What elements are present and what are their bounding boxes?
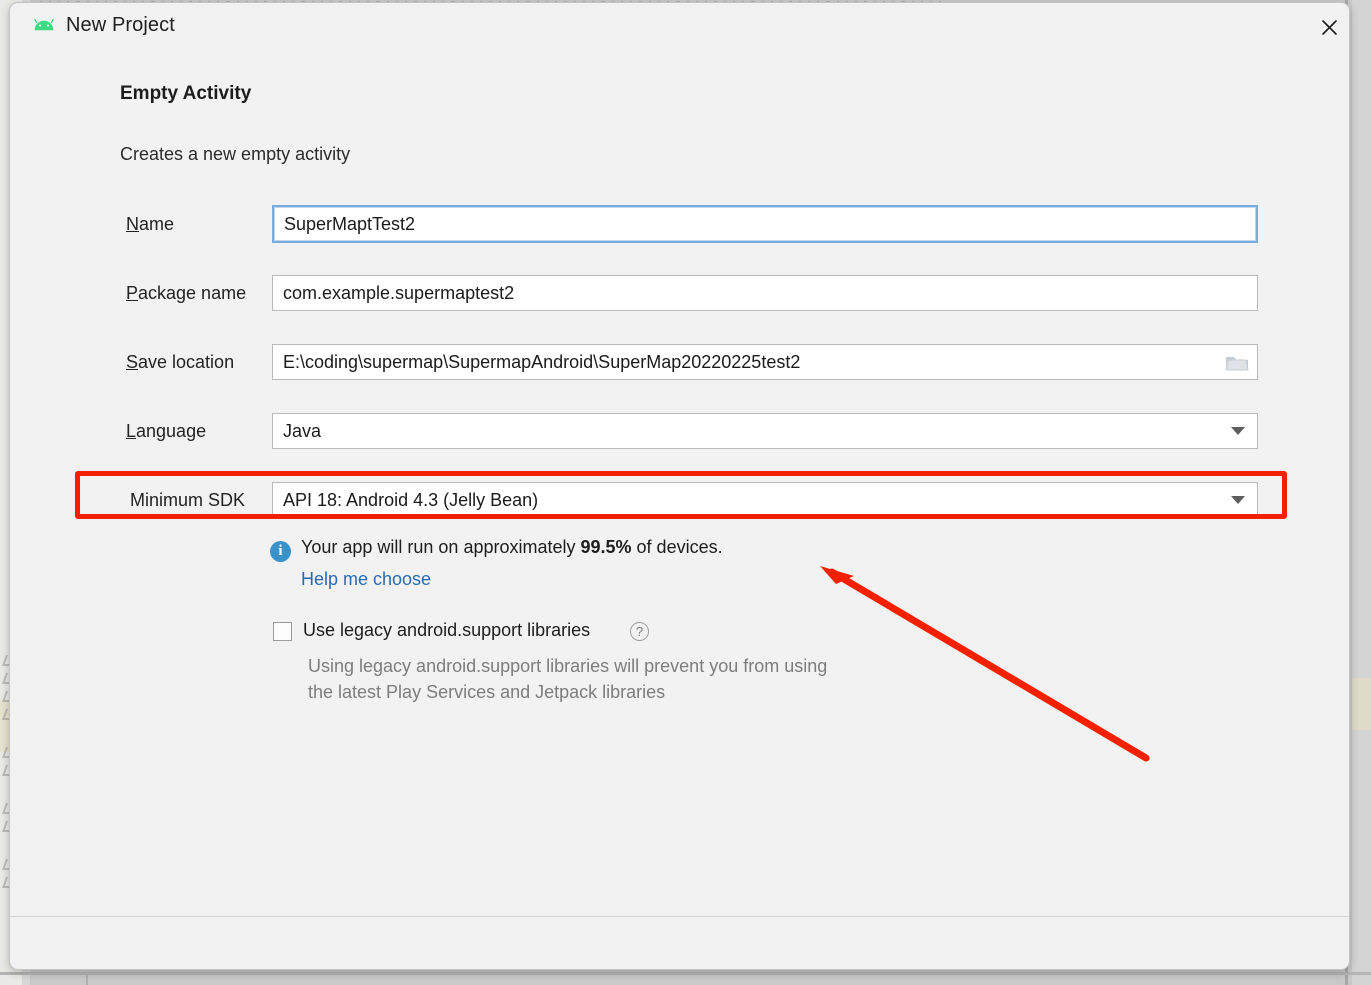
device-coverage-text: Your app will run on approximately 99.5%… xyxy=(301,537,723,558)
name-label-text: ame xyxy=(139,214,175,234)
legacy-note-line-1: Using legacy android.support libraries w… xyxy=(308,656,828,676)
help-me-choose-link[interactable]: Help me choose xyxy=(301,569,431,590)
package-name-label-text: ackage name xyxy=(138,283,247,303)
question-mark-icon[interactable]: ? xyxy=(630,622,649,641)
package-name-label: Package name xyxy=(126,283,246,304)
previous-button[interactable]: Previous xyxy=(848,969,961,970)
name-label-mnemonic: N xyxy=(126,214,139,234)
use-legacy-libraries-checkbox[interactable] xyxy=(273,622,292,641)
chevron-down-icon xyxy=(1231,427,1245,435)
dialog-button-bar: Previous Next Cancel Finish xyxy=(10,916,1349,970)
save-location-input[interactable]: E:\coding\supermap\SupermapAndroid\Super… xyxy=(272,344,1258,380)
language-label: Language xyxy=(126,421,206,442)
save-location-label-text: ave location xyxy=(138,352,235,372)
legacy-note-line-2: the latest Play Services and Jetpack lib… xyxy=(308,682,666,702)
coverage-text-before: Your app will run on approximately xyxy=(301,537,581,557)
close-icon[interactable] xyxy=(1307,8,1349,46)
page-title: Empty Activity xyxy=(120,83,252,104)
folder-icon[interactable] xyxy=(1218,346,1256,378)
use-legacy-libraries-label[interactable]: Use legacy android.support libraries xyxy=(303,620,590,641)
package-name-label-mnemonic: P xyxy=(126,283,139,303)
save-location-label-mnemonic: S xyxy=(126,352,139,372)
ide-background-right-highlight xyxy=(1352,678,1371,730)
package-name-input[interactable]: com.example.supermaptest2 xyxy=(272,275,1258,311)
language-selected-value: Java xyxy=(283,420,322,441)
minimum-sdk-selected-value: API 18: Android 4.3 (Jelly Bean) xyxy=(283,489,539,510)
next-button: Next xyxy=(978,969,1086,970)
coverage-text-after: of devices. xyxy=(631,537,723,557)
screen: New Project Empty Activity Creates a new… xyxy=(0,0,1371,985)
field-row-package-name: Package name com.example.supermaptest2 xyxy=(10,274,1349,314)
page-description: Creates a new empty activity xyxy=(120,144,351,164)
language-select[interactable]: Java xyxy=(272,413,1258,449)
minimum-sdk-label: Minimum SDK xyxy=(130,490,246,510)
android-robot-icon xyxy=(33,17,55,35)
coverage-percent: 99.5% xyxy=(580,537,632,557)
cancel-button[interactable]: Cancel xyxy=(1104,969,1212,970)
language-label-text: anguage xyxy=(136,421,207,441)
ide-background-right xyxy=(1352,0,1371,985)
ide-background-bottom-split xyxy=(86,975,88,985)
info-icon: i xyxy=(270,541,291,562)
dialog-title: New Project xyxy=(66,14,175,36)
language-label-mnemonic: L xyxy=(126,421,137,441)
minimum-sdk-select[interactable]: API 18: Android 4.3 (Jelly Bean) xyxy=(272,482,1258,518)
ide-background-bottom-line xyxy=(0,972,1371,975)
save-location-value: E:\coding\supermap\SupermapAndroid\Super… xyxy=(283,351,801,372)
dialog-titlebar: New Project xyxy=(10,3,1349,50)
chevron-down-icon xyxy=(1231,496,1245,504)
save-location-label: Save location xyxy=(126,352,234,373)
finish-button[interactable]: Finish xyxy=(1221,969,1331,970)
name-label: Name xyxy=(126,214,174,235)
new-project-dialog: New Project Empty Activity Creates a new… xyxy=(9,2,1350,970)
field-row-save-location: Save location E:\coding\supermap\Superma… xyxy=(10,343,1349,383)
field-row-name: Name SuperMaptTest2 xyxy=(10,205,1349,245)
minimum-sdk-row: Minimum SDK API 18: Android 4.3 (Jelly B… xyxy=(10,481,1349,521)
field-row-language: Language Java xyxy=(10,412,1349,452)
name-input[interactable]: SuperMaptTest2 xyxy=(272,205,1258,243)
